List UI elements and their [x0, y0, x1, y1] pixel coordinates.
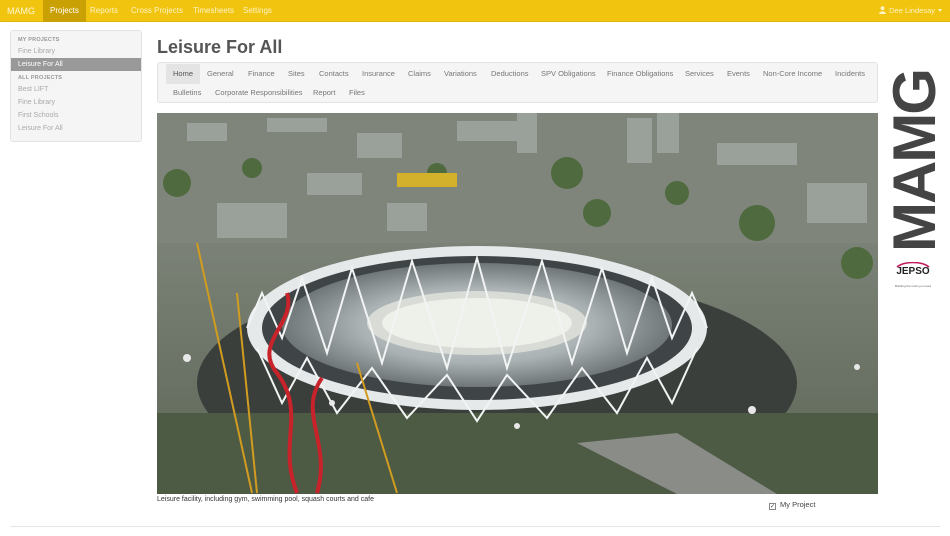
tab-finance[interactable]: Finance: [241, 64, 282, 84]
sidebar-item-first-schools[interactable]: First Schools: [11, 109, 141, 122]
tab-events[interactable]: Events: [720, 64, 757, 84]
tab-variations[interactable]: Variations: [437, 64, 484, 84]
tab-general[interactable]: General: [200, 64, 241, 84]
nav-cross-projects[interactable]: Cross Projects: [124, 0, 190, 22]
my-project-checkbox[interactable]: ✓: [769, 503, 776, 510]
nav-settings[interactable]: Settings: [236, 0, 279, 22]
jepso-tagline: Building the tools you need: [894, 284, 932, 288]
all-projects-header: ALL PROJECTS: [18, 75, 63, 81]
my-project-label: My Project: [780, 500, 816, 509]
sidebar-item-best-lift[interactable]: Best LIFT: [11, 83, 141, 96]
brand-link[interactable]: MAMG: [7, 0, 35, 22]
tab-sites[interactable]: Sites: [281, 64, 312, 84]
tab-report[interactable]: Report: [306, 83, 343, 103]
tab-files[interactable]: Files: [342, 83, 372, 103]
project-tabs: Home General Finance Sites Contacts Insu…: [157, 62, 878, 103]
chevron-down-icon: [938, 9, 942, 12]
tab-incidents[interactable]: Incidents: [828, 64, 872, 84]
tab-services[interactable]: Services: [678, 64, 721, 84]
project-photo: [157, 113, 878, 494]
tab-finance-obligations[interactable]: Finance Obligations: [600, 64, 680, 84]
project-sidebar: MY PROJECTS Fine Library Leisure For All…: [10, 30, 142, 142]
tab-claims[interactable]: Claims: [401, 64, 438, 84]
sidebar-item-fine-library[interactable]: Fine Library: [11, 45, 141, 58]
nav-reports[interactable]: Reports: [83, 0, 125, 22]
tab-contacts[interactable]: Contacts: [312, 64, 356, 84]
tab-non-core-income[interactable]: Non-Core Income: [756, 64, 829, 84]
user-name: Dee Lindesay: [889, 6, 935, 15]
sidebar-item-leisure-for-all[interactable]: Leisure For All: [11, 58, 141, 71]
my-projects-header: MY PROJECTS: [18, 37, 60, 43]
tab-home[interactable]: Home: [166, 64, 201, 84]
user-menu[interactable]: Dee Lindesay: [879, 0, 942, 22]
jepso-logo: JEPSO: [896, 266, 930, 277]
my-project-toggle[interactable]: ✓ My Project: [769, 500, 816, 510]
nav-projects[interactable]: Projects: [43, 0, 86, 22]
mamg-logo: MAMG: [888, 70, 938, 252]
tab-spv-obligations[interactable]: SPV Obligations: [534, 64, 603, 84]
sidebar-item-leisure-for-all[interactable]: Leisure For All: [11, 122, 141, 135]
tab-corporate-responsibilities[interactable]: Corporate Responsibilities: [208, 83, 310, 103]
logo-text: MAMG: [888, 70, 938, 252]
top-navbar: MAMG Projects Reports Cross Projects Tim…: [0, 0, 950, 22]
tab-deductions[interactable]: Deductions: [484, 64, 536, 84]
photo-caption: Leisure facility, including gym, swimmin…: [157, 496, 374, 503]
person-icon: [879, 6, 887, 14]
tab-bulletins[interactable]: Bulletins: [166, 83, 208, 103]
tab-insurance[interactable]: Insurance: [355, 64, 402, 84]
sidebar-item-fine-library[interactable]: Fine Library: [11, 96, 141, 109]
nav-timesheets[interactable]: Timesheets: [186, 0, 241, 22]
page-title: Leisure For All: [157, 37, 283, 57]
footer-divider: [10, 526, 940, 527]
